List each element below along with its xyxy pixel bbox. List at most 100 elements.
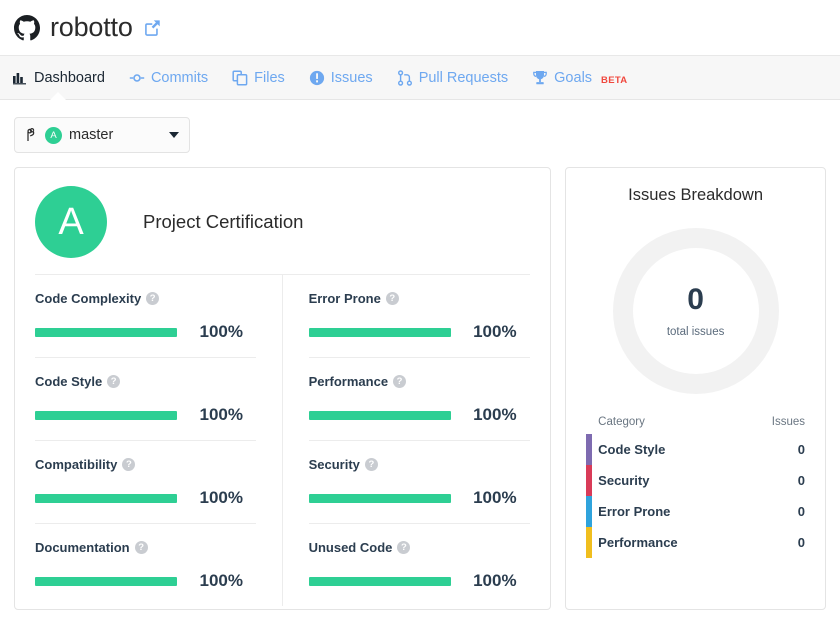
certification-grade-badge: A [35,186,107,258]
help-circle-icon[interactable]: ? [393,375,407,388]
metric-progress-track [308,327,451,337]
legend-color-swatch [586,465,593,496]
page-header: robotto [0,0,840,56]
tab-label: Files [254,70,285,86]
legend-issue-count: 0 [797,535,805,550]
nav-tabs: Dashboard Commits Files Issues Pull Requ… [0,56,840,101]
metric-performance: Performance ? 100% [308,358,531,441]
metric-percent: 100% [199,322,243,341]
metric-progress-track [35,493,177,503]
branch-bar: A master [0,100,840,153]
external-link-icon[interactable] [144,19,161,36]
metrics-column-right: Error Prone ? 100% Performance ? 100% Se… [283,275,531,606]
branch-selector[interactable]: A master [14,117,190,153]
help-circle-icon[interactable]: ? [107,375,121,388]
certification-title: Project Certification [143,211,304,232]
legend-category-name: Error Prone [598,504,671,519]
metric-progress-track [308,410,451,420]
legend-issue-count: 0 [797,504,805,519]
total-issues-label: total issues [666,325,725,338]
metric-label: Compatibility [35,457,118,472]
branch-grade-badge: A [45,126,62,144]
metric-unused-code: Unused Code ? 100% [308,524,531,606]
metric-progress-fill [308,410,451,420]
metric-progress-fill [35,576,177,586]
metric-code-style: Code Style ? 100% [35,358,256,441]
active-tab-pointer [49,91,68,101]
legend-row-error-prone[interactable]: Error Prone 0 [586,496,805,527]
metric-label: Error Prone [308,291,381,306]
metric-progress-fill [308,576,451,586]
legend-row-code-style[interactable]: Code Style 0 [586,434,805,465]
metric-security: Security ? 100% [308,441,531,524]
project-certification-card: A Project Certification Code Complexity … [14,167,552,610]
commit-icon [129,70,145,86]
metric-progress-fill [308,493,451,503]
github-icon [14,14,40,41]
tab-label: Dashboard [34,70,105,86]
legend-color-swatch [586,496,593,527]
tab-files[interactable]: Files [232,56,285,100]
metric-label: Code Style [35,374,103,389]
metrics-grid: Code Complexity ? 100% Code Style ? 100%… [35,274,531,606]
metric-documentation: Documentation ? 100% [35,524,256,606]
metric-progress-fill [35,493,177,503]
metric-percent: 100% [473,571,517,590]
tab-pull-requests[interactable]: Pull Requests [397,56,508,100]
info-circle-icon [309,70,325,86]
tab-dashboard[interactable]: Dashboard [12,56,105,101]
branch-name: master [69,127,114,143]
main-content: A Project Certification Code Complexity … [0,153,840,610]
metric-progress-track [308,576,451,586]
legend-header-row: Category Issues [586,416,805,434]
tab-commits[interactable]: Commits [129,56,208,100]
legend-issue-count: 0 [797,473,805,488]
metric-progress-track [35,576,177,586]
legend-header-issues: Issues [771,416,805,428]
legend-row-performance[interactable]: Performance 0 [586,527,805,558]
tab-label: Commits [150,70,209,86]
metric-percent: 100% [473,488,517,507]
help-circle-icon[interactable]: ? [122,458,136,471]
repo-title: robotto [50,12,133,42]
issues-breakdown-title: Issues Breakdown [628,186,763,204]
metrics-column-left: Code Complexity ? 100% Code Style ? 100%… [35,275,283,606]
total-issues-count: 0 [687,282,704,316]
donut-center: 0 total issues [632,248,759,374]
metric-label: Performance [308,374,389,389]
metric-progress-track [308,493,451,503]
pull-request-icon [397,70,413,86]
legend-category-name: Code Style [598,442,666,457]
help-circle-icon[interactable]: ? [385,292,399,305]
legend-row-security[interactable]: Security 0 [586,465,805,496]
tab-issues[interactable]: Issues [309,56,373,100]
metric-progress-track [35,410,177,420]
trophy-icon [532,70,548,86]
metric-progress-fill [35,327,177,337]
chevron-down-icon[interactable] [169,132,179,138]
metric-code-complexity: Code Complexity ? 100% [35,275,256,358]
legend-color-swatch [586,527,593,558]
donut-ring: 0 total issues [612,228,779,394]
help-circle-icon[interactable]: ? [397,541,411,554]
metric-label: Code Complexity [35,291,142,306]
metric-percent: 100% [199,488,243,507]
metric-percent: 100% [473,322,517,341]
certification-header: A Project Certification [35,186,530,274]
help-circle-icon[interactable]: ? [364,458,378,471]
legend-category-name: Performance [598,535,678,550]
issues-legend-table: Category Issues Code Style 0 Security 0 … [580,416,811,558]
bar-chart-icon [12,70,28,86]
tab-label: Issues [330,70,373,86]
metric-label: Security [308,457,360,472]
files-icon [232,70,248,86]
legend-category-name: Security [598,473,650,488]
metric-percent: 100% [199,571,243,590]
legend-header-category: Category [598,416,645,428]
metric-progress-fill [35,410,177,420]
issues-donut-chart: 0 total issues [580,210,811,402]
help-circle-icon[interactable]: ? [134,541,148,554]
tab-goals[interactable]: Goals BETA [532,56,627,100]
metric-label: Unused Code [308,540,393,555]
help-circle-icon[interactable]: ? [146,292,160,305]
